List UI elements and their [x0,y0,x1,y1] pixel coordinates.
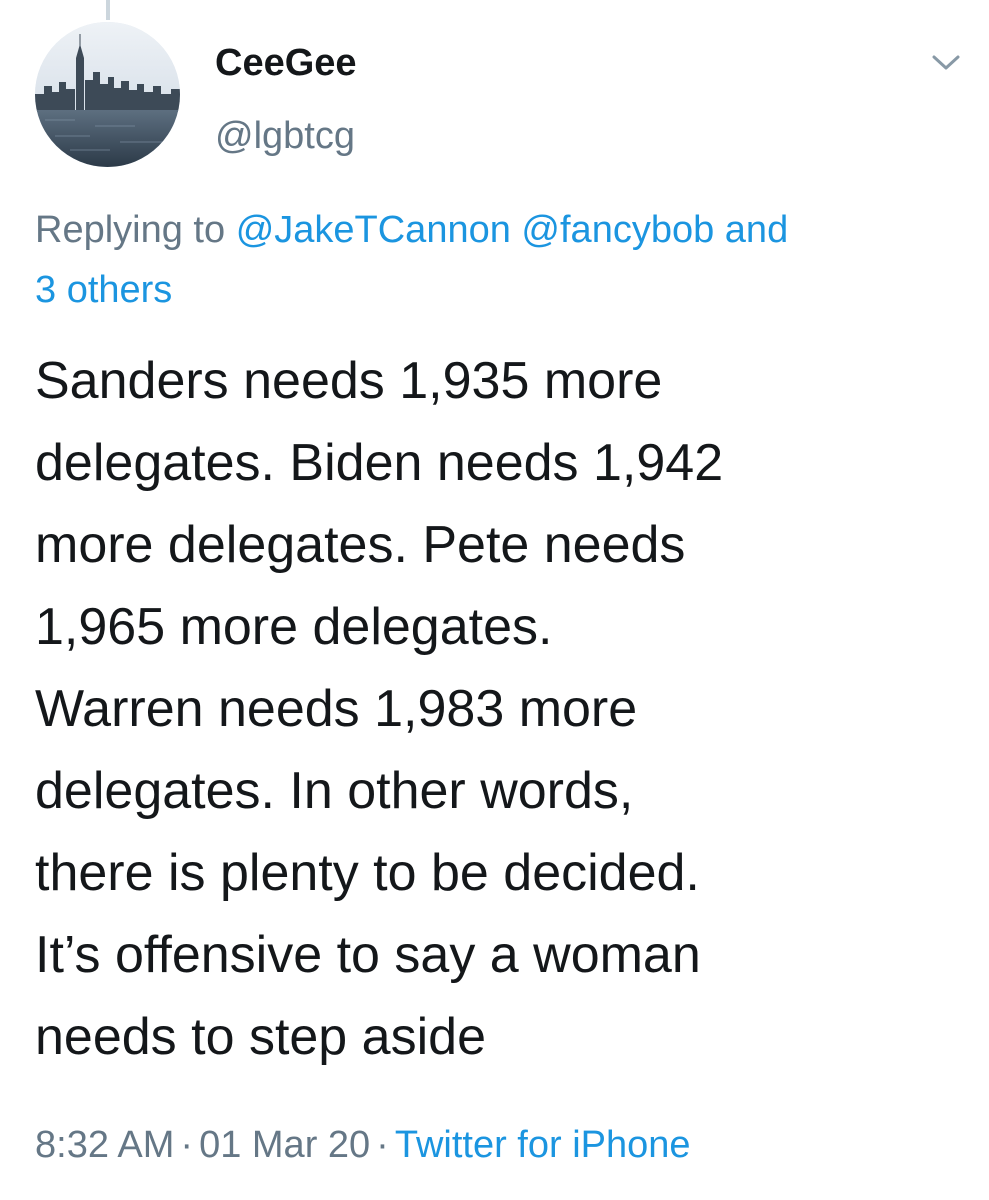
others-link[interactable]: 3 others [35,269,172,311]
tweet-metadata: 8:32 AM · 01 Mar 20 · Twitter for iPhone [35,1115,691,1175]
tweet-source-link[interactable]: Twitter for iPhone [395,1124,691,1166]
thread-connector-line [106,0,110,20]
user-handle[interactable]: @lgbtcg [215,113,355,159]
replying-to-label: Replying to [35,209,226,251]
chevron-down-icon[interactable] [930,50,962,74]
city-skyline-avatar-image [35,22,180,167]
mention-link-fancybob[interactable]: @fancybob [521,209,714,251]
meta-separator: · [180,1124,194,1166]
avatar[interactable] [35,22,180,167]
tweet-time: 8:32 AM [35,1124,175,1166]
mention-connector[interactable]: and [725,209,788,251]
tweet-date: 01 Mar 20 [199,1124,371,1166]
meta-separator: · [376,1124,389,1166]
tweet-text: Sanders needs 1,935 more delegates. Bide… [35,352,724,1066]
display-name[interactable]: CeeGee [215,40,357,86]
mention-link-jaketcannon[interactable]: @JakeTCannon [236,209,511,251]
replying-to-line: Replying to @JakeTCannon @fancybob and 3 … [35,200,965,320]
